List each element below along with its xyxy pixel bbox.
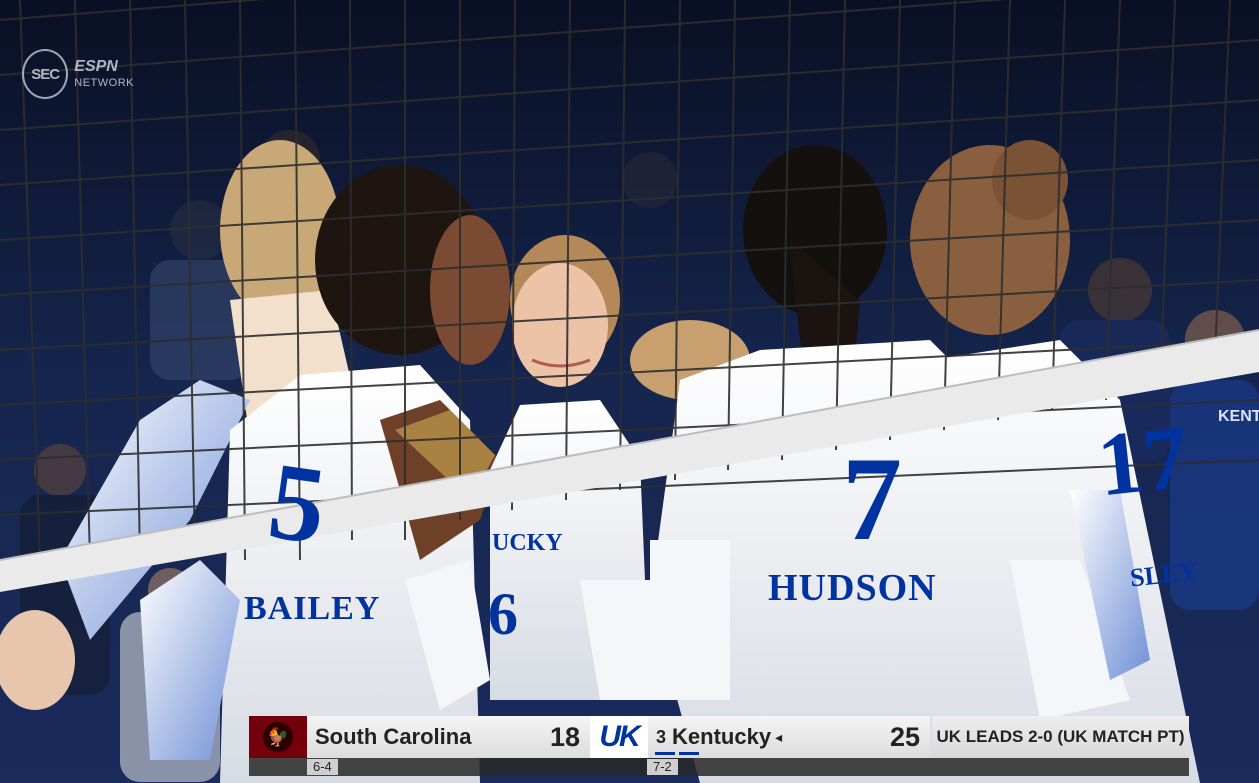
sec-logo-icon: SEC <box>22 49 69 99</box>
network-logo: SEC ESPN NETWORK <box>22 48 134 100</box>
team2-record: 7-2 <box>647 759 678 775</box>
match-status: UK LEADS 2-0 (UK MATCH PT) <box>932 716 1189 758</box>
team2-name: Kentucky <box>672 724 772 749</box>
jersey-center-number: 6 <box>488 581 518 647</box>
records-row: 6-4 7-2 <box>249 758 1189 776</box>
volleyball-scene: 5 BAILEY UCKY 6 7 HUDSON 17 SLEY KENT <box>0 0 1259 783</box>
kentucky-logo-icon: UK <box>590 716 648 758</box>
network-logo-network: NETWORK <box>74 77 134 89</box>
network-logo-espn: ESPN <box>74 58 118 75</box>
team1-score: 18 <box>549 722 580 752</box>
jersey-hudson-number: 7 <box>842 432 902 565</box>
south-carolina-logo-icon: 🐓 <box>249 716 307 758</box>
team2-score: 25 <box>889 722 920 752</box>
team2-rank: 3 <box>656 726 667 747</box>
jersey-hudson-name: HUDSON <box>768 567 937 609</box>
jersey-far-right-number: 17 <box>1093 407 1193 516</box>
timeouts-indicator <box>655 752 699 755</box>
team1-record: 6-4 <box>307 759 338 775</box>
scorebug: 🐓 South Carolina 18 UK 3 Kentucky ◂ 25 U… <box>249 716 1189 776</box>
team1-panel: South Carolina 18 <box>307 716 590 758</box>
scene-illustration <box>0 0 1259 783</box>
jersey-center-text: UCKY <box>492 530 563 556</box>
jersey-bailey-name: BAILEY <box>244 590 381 627</box>
fan-shirt-text: KENT <box>1218 408 1259 425</box>
team1-name: South Carolina <box>315 724 472 749</box>
serve-indicator-icon: ◂ <box>775 728 783 745</box>
